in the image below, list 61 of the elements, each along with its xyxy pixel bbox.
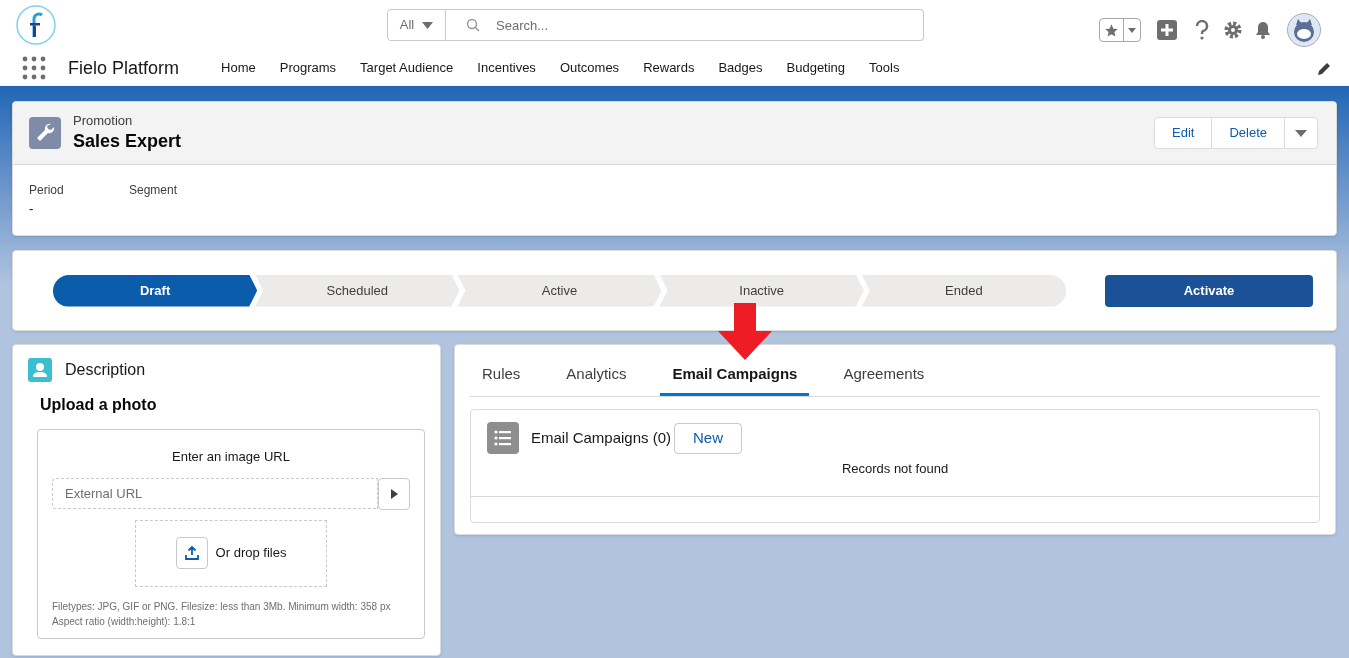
caret-icon (1295, 129, 1307, 137)
related-list-title: Email Campaigns (0) (531, 427, 672, 448)
settings-icon[interactable] (1223, 20, 1243, 40)
submit-url-button[interactable] (378, 477, 410, 510)
record-type: Promotion (73, 113, 134, 129)
action-button[interactable]: Delete (1212, 118, 1285, 148)
nav-item[interactable]: Home (209, 58, 268, 78)
app-name: Fielo Platform (68, 56, 180, 80)
nav-item[interactable]: Budgeting (774, 58, 858, 78)
section-heading: Upload a photo (40, 395, 157, 415)
upload-icon (184, 546, 199, 560)
nav-item[interactable]: Outcomes (547, 58, 632, 78)
caret-icon (422, 21, 434, 29)
nav-item[interactable]: Rewards (631, 58, 707, 78)
new-button[interactable]: New (674, 422, 743, 454)
tab[interactable]: Rules (470, 356, 533, 396)
arrow-annotation (718, 303, 772, 360)
path-stage[interactable]: Inactive (659, 274, 864, 307)
avatar-icon[interactable] (1287, 13, 1321, 47)
nav-item[interactable]: Incentives (465, 58, 548, 78)
wrench-icon (29, 117, 61, 149)
tab[interactable]: Analytics (554, 356, 639, 396)
hint-text: Filetypes: JPG, GIF or PNG. Filesize: less than 3Mb. Minimum width: 358 px (52, 599, 391, 614)
field-label: Period (29, 182, 65, 199)
activate-button[interactable]: Activate (1105, 274, 1313, 307)
nav-item[interactable]: Programs (267, 58, 349, 78)
play-icon (390, 488, 398, 499)
logo-icon[interactable] (16, 5, 56, 45)
edit-icon[interactable] (1317, 62, 1331, 76)
notifications-icon[interactable] (1253, 20, 1273, 40)
nav-item[interactable]: Badges (706, 58, 775, 78)
star-icon (1104, 22, 1119, 38)
field-value: - (29, 200, 34, 218)
app-launcher-icon[interactable] (22, 56, 46, 80)
path-stage[interactable]: Ended (861, 274, 1066, 307)
url-field[interactable]: External URL (52, 477, 378, 509)
tab[interactable]: Email Campaigns (660, 356, 810, 396)
caret-icon (1128, 27, 1136, 33)
search-scope-dropdown[interactable]: All (387, 9, 446, 41)
nav-item[interactable]: Target Audience (348, 58, 466, 78)
card-title: Description (65, 360, 146, 380)
path-stage[interactable]: Active (457, 274, 662, 307)
tab[interactable]: Agreements (831, 356, 937, 396)
add-icon[interactable] (1157, 20, 1177, 40)
favorites-button[interactable] (1099, 18, 1141, 42)
search-icon (466, 18, 480, 32)
help-icon[interactable] (1195, 20, 1209, 40)
empty-message: Records not found (841, 461, 949, 476)
prompt-text: Enter an image URL (172, 448, 290, 466)
record-title: Sales Expert (73, 130, 182, 153)
field-label: Segment (129, 182, 179, 199)
hint-text: Aspect ratio (width:height): 1.8:1 (52, 614, 197, 629)
drop-zone[interactable]: Or drop files (135, 519, 327, 587)
list-icon (487, 422, 519, 454)
nav-item[interactable]: Tools (857, 58, 912, 78)
action-button[interactable]: Edit (1155, 118, 1213, 148)
search-field[interactable]: Search... (446, 9, 924, 41)
user-icon (28, 358, 52, 382)
path-stage[interactable]: Scheduled (255, 274, 460, 307)
path-stage[interactable]: Draft (53, 274, 258, 307)
drop-label: Or drop files (215, 544, 287, 563)
